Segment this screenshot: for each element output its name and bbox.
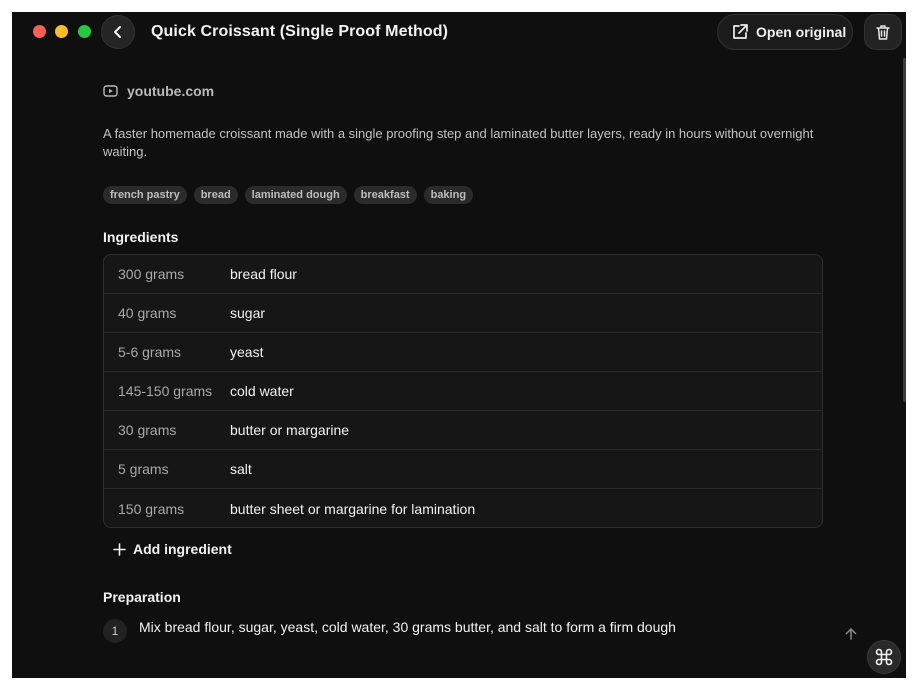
ingredient-quantity: 145-150 grams [118, 383, 213, 399]
command-button[interactable] [867, 640, 901, 674]
open-original-label: Open original [756, 24, 847, 40]
step-text[interactable]: Mix bread flour, sugar, yeast, cold wate… [139, 619, 676, 635]
ingredient-row[interactable]: 30 grams butter or margarine [104, 411, 822, 450]
command-icon [875, 648, 893, 666]
close-window-button[interactable] [33, 25, 46, 38]
ingredient-row[interactable]: 300 grams bread flour [104, 255, 822, 294]
ingredient-name: salt [230, 461, 252, 477]
ingredients-table: 300 grams bread flour 40 grams sugar 5-6… [103, 254, 823, 528]
ingredient-row[interactable]: 150 grams butter sheet or margarine for … [104, 489, 822, 527]
maximize-window-button[interactable] [78, 25, 91, 38]
step-number: 1 [103, 619, 127, 643]
ingredient-row[interactable]: 145-150 grams cold water [104, 372, 822, 411]
add-ingredient-label: Add ingredient [133, 541, 232, 557]
tag[interactable]: laminated dough [244, 186, 347, 204]
video-play-icon [103, 85, 118, 97]
tag[interactable]: breakfast [353, 186, 417, 204]
minimize-window-button[interactable] [55, 25, 68, 38]
ingredient-name: yeast [230, 344, 264, 360]
ingredient-quantity: 30 grams [118, 422, 177, 438]
ingredient-name: cold water [230, 383, 294, 399]
ingredient-name: bread flour [230, 266, 297, 282]
external-link-icon [733, 24, 748, 39]
ingredient-name: sugar [230, 305, 266, 321]
chevron-left-icon [114, 26, 121, 38]
back-button[interactable] [101, 15, 135, 49]
scrollbar[interactable] [903, 58, 906, 402]
ingredient-quantity: 150 grams [118, 500, 185, 517]
ingredient-row[interactable]: 5 grams salt [104, 450, 822, 489]
ingredient-quantity: 300 grams [118, 266, 185, 282]
ingredients-heading: Ingredients [103, 229, 179, 245]
trash-icon [876, 24, 890, 40]
ingredient-quantity: 5-6 grams [118, 344, 182, 360]
tag[interactable]: baking [423, 186, 474, 204]
ingredient-quantity: 5 grams [118, 461, 169, 477]
tag[interactable]: french pastry [103, 186, 187, 204]
open-original-button[interactable]: Open original [717, 14, 853, 50]
ingredient-row[interactable]: 40 grams sugar [104, 294, 822, 333]
ingredient-name: butter sheet or margarine for lamination [230, 500, 476, 517]
add-ingredient-button[interactable]: Add ingredient [113, 541, 232, 557]
tag[interactable]: bread [193, 186, 238, 204]
recipe-source[interactable]: youtube.com [103, 83, 214, 99]
app-window: Quick Croissant (Single Proof Method) Op… [12, 12, 906, 678]
delete-button[interactable] [864, 14, 902, 50]
recipe-description: A faster homemade croissant made with a … [103, 126, 814, 159]
arrow-up-icon[interactable] [844, 627, 858, 641]
ingredient-name: butter or margarine [230, 422, 350, 438]
page-title: Quick Croissant (Single Proof Method) [151, 23, 449, 40]
title-bar: Quick Croissant (Single Proof Method) Op… [12, 12, 906, 52]
ingredient-quantity: 40 grams [118, 305, 177, 321]
source-label: youtube.com [127, 83, 215, 99]
ingredient-row[interactable]: 5-6 grams yeast [104, 333, 822, 372]
tag-list: french pastry bread laminated dough brea… [103, 186, 474, 204]
plus-icon [113, 542, 126, 556]
preparation-heading: Preparation [103, 589, 181, 605]
